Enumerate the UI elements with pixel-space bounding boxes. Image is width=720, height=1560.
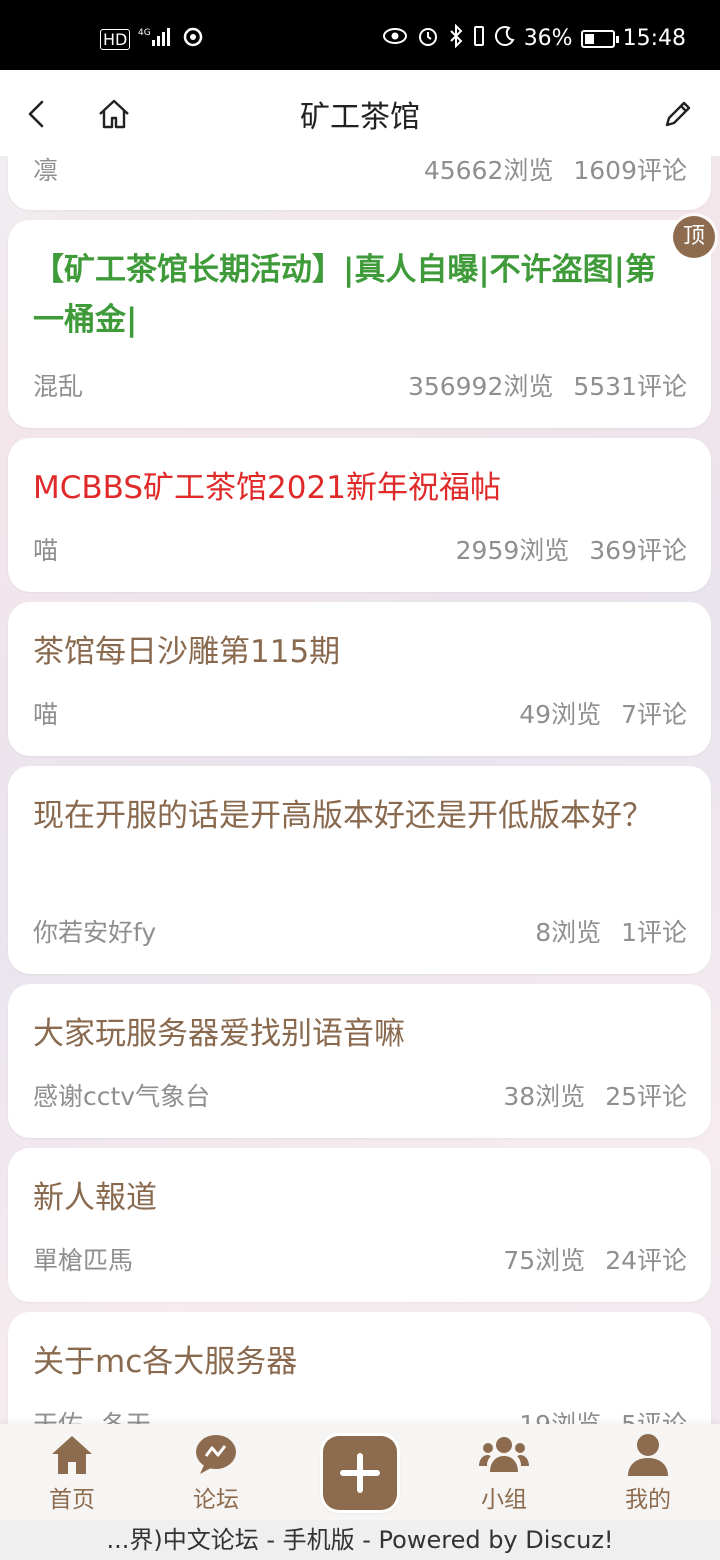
thread-title: 新人報道 [33,1180,157,1216]
thread-comments: 1609评论 [573,156,687,185]
thread-author: 喵 [33,536,59,565]
thread-title: 关于mc各大服务器 [33,1344,298,1380]
thread-card[interactable]: 大家玩服务器爱找别语音嘛 感谢cctv气象台 38浏览 25评论 [8,984,711,1138]
thread-stats: 75浏览 24评论 [503,1241,687,1277]
thread-card[interactable]: 现在开服的话是开高版本好还是开低版本好？ 你若安好fy 8浏览 1评论 [8,766,711,974]
page-title: 矿工茶馆 [300,100,420,135]
svg-text:4G: 4G [138,28,151,38]
thread-views: 19浏览 [519,1410,601,1424]
plus-icon [340,1453,380,1493]
thread-views: 45662浏览 [423,156,554,185]
nav-forum-label: 论坛 [193,1487,239,1513]
thread-stats: 45662浏览 1609评论 [424,156,687,187]
thread-author: 凛 [33,156,59,185]
thread-title: 现在开服的话是开高版本好还是开低版本好？ [33,798,653,834]
thread-title: 大家玩服务器爱找别语音嘛 [33,1016,405,1052]
clock: 15:48 [622,26,686,51]
new-post-button[interactable] [323,1436,397,1510]
thread-author: 喵 [33,700,59,729]
bottom-navigation: 首页 论坛 小组 我的 [0,1424,720,1520]
battery-level [584,33,594,44]
group-icon [479,1437,529,1472]
thread-comments: 25评论 [605,1082,687,1111]
thread-comments: 1评论 [621,918,687,947]
thread-card[interactable]: 茶馆每日沙雕第115期 喵 49浏览 7评论 [8,602,711,756]
thread-views: 49浏览 [519,700,602,729]
thread-stats: 49浏览 7评论 [519,695,687,731]
status-left-icons: HD 4G [100,26,204,53]
eye-icon [382,26,408,51]
hd-icon: HD [100,29,131,50]
thread-title: 茶馆每日沙雕第115期 [33,634,341,670]
thread-comments: 5评论 [621,1410,687,1424]
footer-text: ...界)中文论坛 - 手机版 - Powered by Discuz! [0,1520,720,1560]
nav-mine-label: 我的 [625,1487,671,1513]
thread-card[interactable]: 凛 45662浏览 1609评论 [8,156,711,210]
bluetooth-icon [448,23,464,53]
thread-views: 8浏览 [535,918,602,947]
pencil-icon [665,101,691,127]
nav-group-label: 小组 [481,1487,527,1513]
thread-author: 你若安好fy [33,918,157,947]
moon-icon [494,25,516,52]
alarm-icon [416,24,440,53]
thread-stats: 8浏览 1评论 [535,913,687,949]
thread-author: 混乱 [33,372,84,401]
thread-title: MCBBS矿工茶馆2021新年祝福帖 [33,470,501,506]
thread-card-pinned[interactable]: 顶 【矿工茶馆长期活动】|真人自曝|不许盗图|第一桶金| 混乱 356992浏览… [8,216,715,428]
thread-author: 天佑--冬天 [33,1405,151,1424]
nav-forum[interactable]: 论坛 [166,1432,266,1514]
pinned-badge: 顶 [673,216,715,258]
nav-group[interactable]: 小组 [454,1432,554,1514]
thread-views: 2959浏览 [455,536,570,565]
thread-list: 凛 45662浏览 1609评论 顶 【矿工茶馆长期活动】|真人自曝|不许盗图|第… [0,156,720,1424]
thread-stats: 38浏览 25评论 [503,1077,687,1113]
thread-author: 單槍匹馬 [33,1246,134,1275]
nav-home-label: 首页 [49,1487,95,1513]
thread-card[interactable]: 新人報道 單槍匹馬 75浏览 24评论 [8,1148,711,1302]
thread-comments: 369评论 [589,536,687,565]
signal-icon: 4G [138,26,174,53]
thread-title: 【矿工茶馆长期活动】|真人自曝|不许盗图|第一桶金| [33,252,656,338]
thread-views: 38浏览 [503,1082,586,1111]
thread-comments: 24评论 [605,1246,687,1275]
home-icon [52,1436,92,1474]
nav-mine[interactable]: 我的 [598,1432,698,1514]
thread-card[interactable]: 关于mc各大服务器 天佑--冬天 19浏览 5评论 [8,1312,711,1424]
status-bar: HD 4G 36% 15:48 [0,0,720,70]
vibrate-icon [472,24,486,53]
thread-author: 感谢cctv气象台 [33,1082,211,1111]
battery-percent: 36% [523,26,573,51]
nav-home[interactable]: 首页 [22,1432,122,1514]
status-right-icons: 36% 15:48 [382,23,686,53]
thread-views: 356992浏览 [407,372,554,401]
thread-comments: 5531评论 [573,372,687,401]
thread-comments: 7评论 [621,700,687,729]
user-icon [628,1434,668,1476]
battery-icon [580,29,619,48]
app-header: 矿工茶馆 [0,70,720,156]
chat-bubble-icon [196,1435,236,1474]
thread-card[interactable]: MCBBS矿工茶馆2021新年祝福帖 喵 2959浏览 369评论 [8,438,711,592]
hotspot-icon [182,26,204,53]
new-post-edit-button[interactable] [658,94,698,134]
thread-views: 75浏览 [503,1246,586,1275]
thread-stats: 2959浏览 369评论 [456,531,687,567]
thread-stats: 356992浏览 5531评论 [408,367,687,403]
thread-stats: 19浏览 5评论 [519,1405,687,1424]
